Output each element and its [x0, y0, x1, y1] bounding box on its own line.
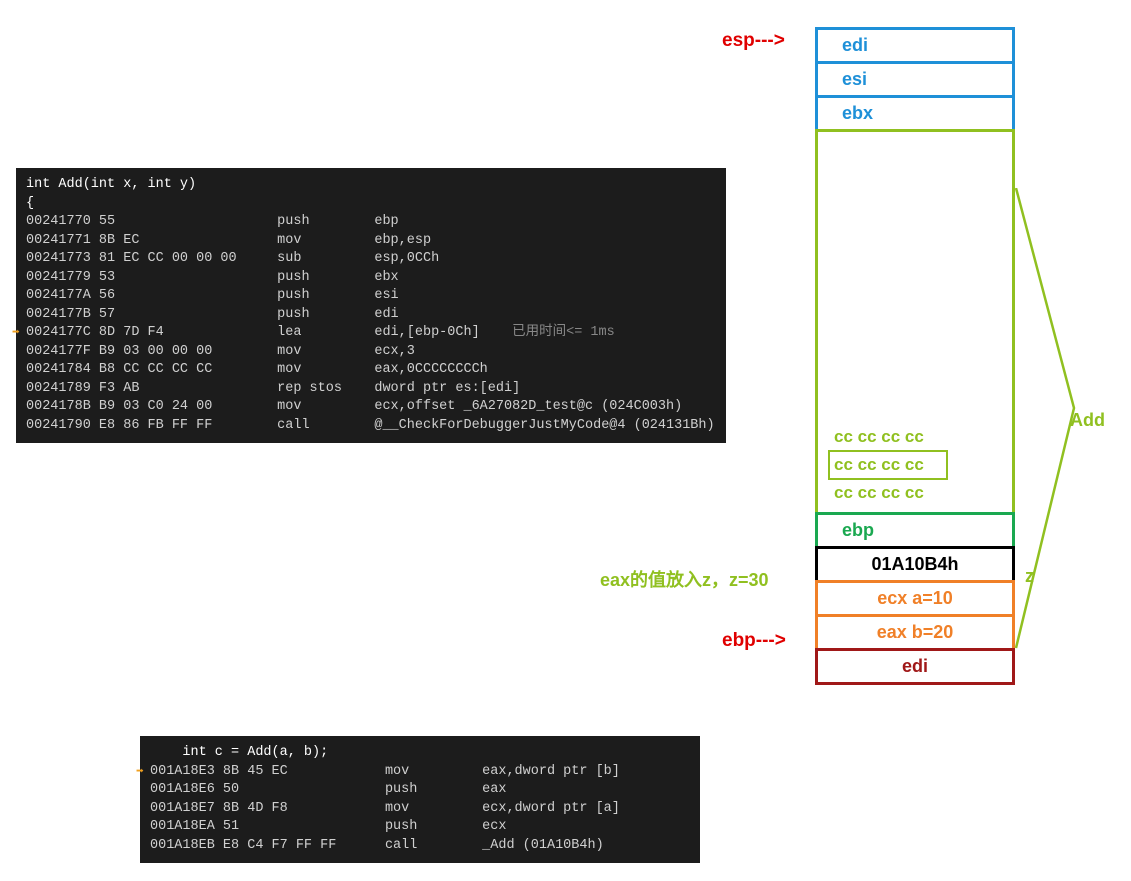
stack-cell: ecx a=10 — [815, 580, 1015, 617]
stack-cell: eax b=20 — [815, 614, 1015, 651]
z-annotation: eax的值放入z，z=30 — [600, 566, 769, 592]
disassembly-add-function: int Add(int x, int y){00241770 55 push e… — [16, 168, 726, 443]
stack-cell: ebp — [815, 512, 1015, 549]
stack-cell: ebx — [815, 95, 1015, 132]
stack-cell: edi — [815, 27, 1015, 64]
stack-cell: edi — [815, 648, 1015, 685]
brace-add-frame — [1014, 188, 1084, 650]
esp-pointer-label: esp---> — [722, 30, 785, 52]
stack-cell: esi — [815, 61, 1015, 98]
stack-cell: 01A10B4h — [815, 546, 1015, 583]
ebp-pointer-label: ebp---> — [722, 630, 786, 652]
disassembly-caller: int c = Add(a, b);➡001A18E3 8B 45 EC mov… — [140, 736, 700, 863]
stack-diagram: ediesiebxcc cc cc cccc cc cc cccc cc cc … — [815, 30, 1015, 685]
stack-add-frame: cc cc cc cccc cc cc cccc cc cc cc — [815, 129, 1015, 515]
